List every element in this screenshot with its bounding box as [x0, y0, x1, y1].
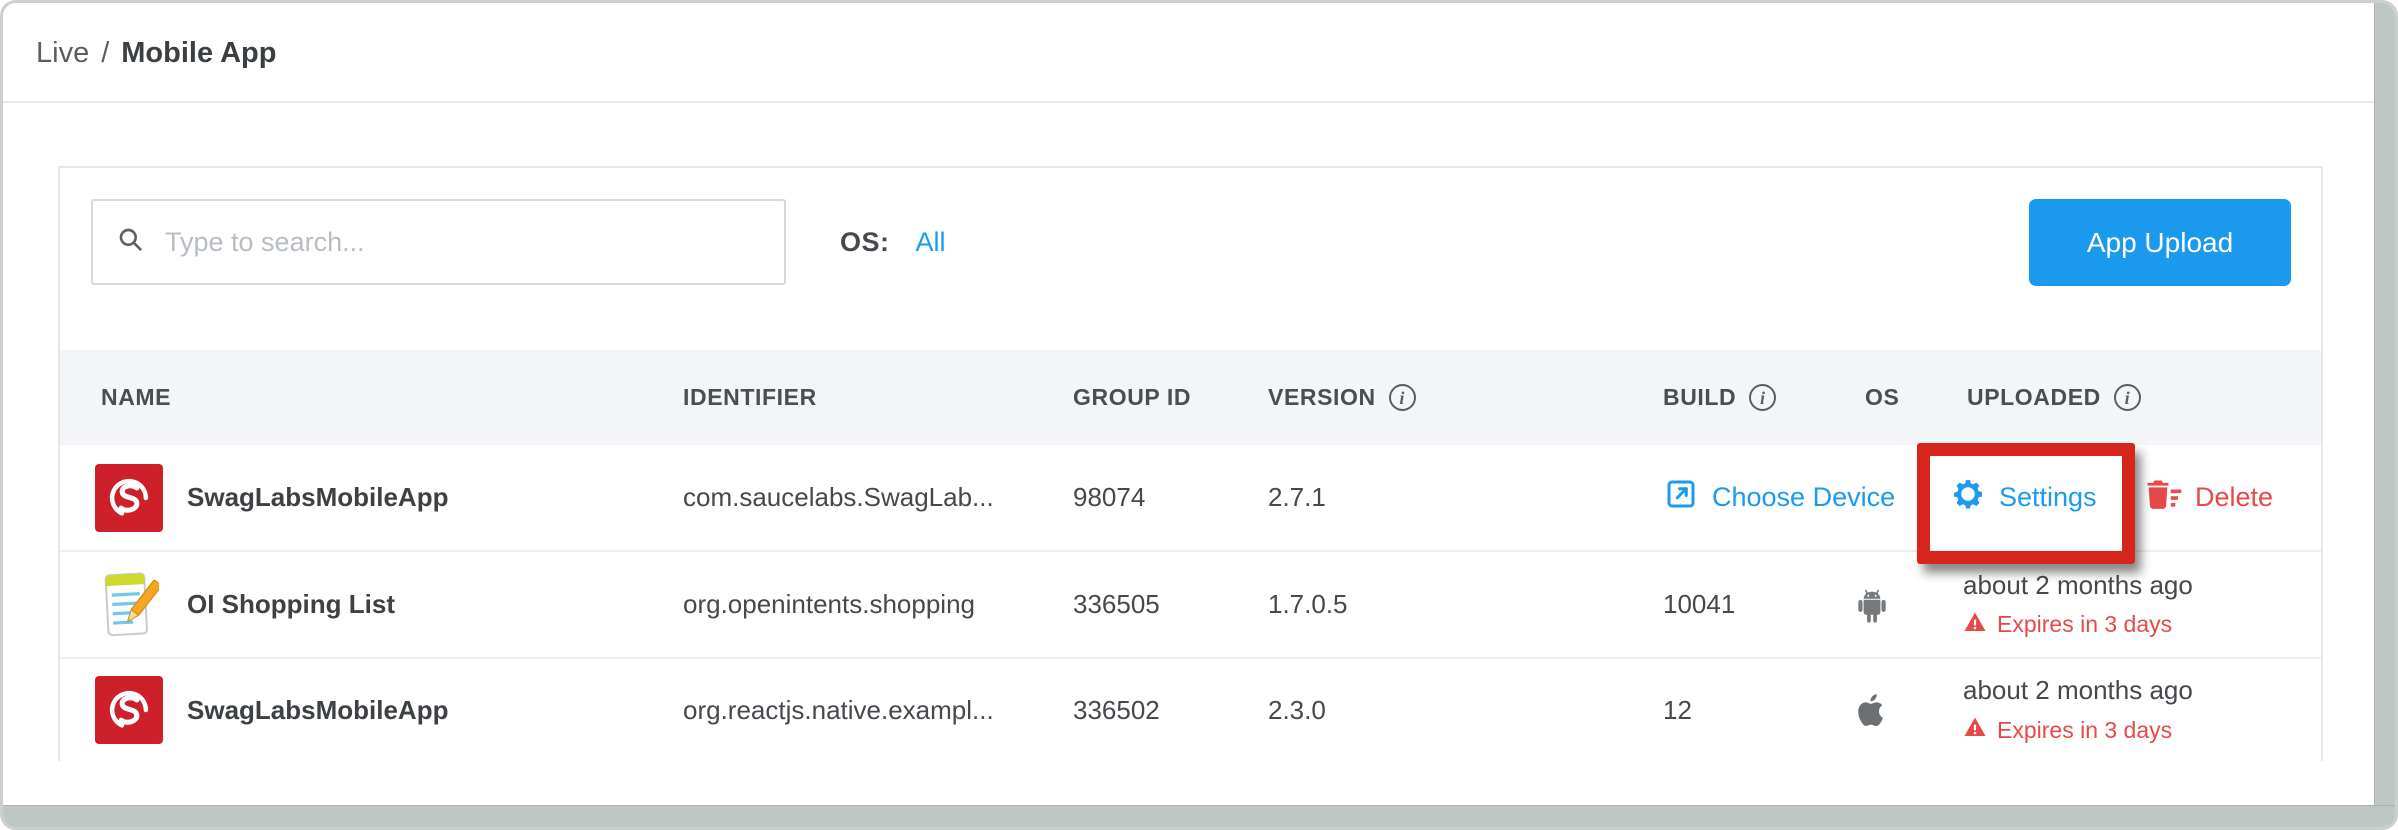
settings-button[interactable]: Settings — [1950, 445, 2097, 550]
app-group-id: 336505 — [1073, 552, 1160, 657]
choose-device-button[interactable]: Choose Device — [1663, 445, 1895, 550]
app-name: OI Shopping List — [187, 552, 395, 657]
column-header-group-id: GROUP ID — [1073, 350, 1191, 445]
search-icon — [115, 224, 147, 261]
app-window: Live / Mobile App OS: All App Upload NAM… — [0, 0, 2398, 830]
search-box[interactable] — [91, 199, 786, 285]
uploaded-time: about 2 months ago — [1963, 570, 2193, 601]
vertical-scrollbar[interactable] — [2374, 3, 2395, 827]
app-version: 1.7.0.5 — [1268, 552, 1348, 657]
warning-triangle-icon — [1963, 715, 1987, 745]
apple-os-icon — [1832, 659, 1912, 761]
apps-panel: OS: All App Upload NAME IDENTIFIER GROUP… — [58, 166, 2323, 761]
breadcrumb-separator: / — [101, 37, 109, 70]
breadcrumb: Live / Mobile App — [36, 3, 276, 103]
column-header-name: NAME — [101, 350, 171, 445]
column-header-identifier: IDENTIFIER — [683, 350, 817, 445]
gear-icon — [1950, 476, 1986, 519]
uploaded-cell: about 2 months ago Expires in 3 days — [1963, 552, 2193, 657]
trash-icon — [2140, 476, 2182, 519]
app-group-id: 98074 — [1073, 445, 1145, 550]
app-icon-shopping-list — [95, 552, 165, 657]
delete-button[interactable]: Delete — [2140, 445, 2273, 550]
page-header: Live / Mobile App — [3, 3, 2374, 103]
search-input[interactable] — [165, 201, 762, 283]
app-identifier: org.reactjs.native.exampl... — [683, 659, 994, 761]
app-group-id: 336502 — [1073, 659, 1160, 761]
app-identifier: com.saucelabs.SwagLab... — [683, 445, 994, 550]
column-header-uploaded: UPLOADED — [1967, 350, 2141, 445]
breadcrumb-current-page: Mobile App — [121, 37, 276, 70]
breadcrumb-section-live[interactable]: Live — [36, 37, 89, 70]
table-row-oi-shopping-list[interactable]: OI Shopping List org.openintents.shoppin… — [60, 552, 2321, 659]
uploaded-info-icon[interactable] — [2114, 384, 2141, 411]
column-header-build: BUILD — [1663, 350, 1776, 445]
app-version: 2.7.1 — [1268, 445, 1326, 550]
os-filter-all-link[interactable]: All — [916, 227, 946, 258]
os-filter-label: OS: — [840, 227, 890, 258]
uploaded-time: about 2 months ago — [1963, 675, 2193, 706]
app-upload-button[interactable]: App Upload — [2029, 199, 2291, 286]
app-build: 10041 — [1663, 552, 1735, 657]
os-filter: OS: All — [840, 199, 946, 285]
app-name: SwagLabsMobileApp — [187, 659, 448, 761]
app-identifier: org.openintents.shopping — [683, 552, 975, 657]
expires-warning: Expires in 3 days — [1963, 610, 2172, 640]
table-header-row: NAME IDENTIFIER GROUP ID VERSION BUILD O… — [60, 350, 2321, 445]
warning-triangle-icon — [1963, 610, 1987, 640]
app-version: 2.3.0 — [1268, 659, 1326, 761]
table-row-swaglabs-1[interactable]: SwagLabsMobileApp com.saucelabs.SwagLab.… — [60, 445, 2321, 552]
table-row-swaglabs-2[interactable]: SwagLabsMobileApp org.reactjs.native.exa… — [60, 659, 2321, 761]
horizontal-scrollbar[interactable] — [3, 805, 2395, 827]
app-icon-swaglabs — [95, 659, 165, 761]
column-header-version: VERSION — [1268, 350, 1416, 445]
expires-warning: Expires in 3 days — [1963, 715, 2172, 745]
uploaded-cell: about 2 months ago Expires in 3 days — [1963, 659, 2193, 761]
android-os-icon — [1832, 552, 1912, 657]
app-build: 12 — [1663, 659, 1692, 761]
app-icon-swaglabs — [95, 445, 165, 550]
version-info-icon[interactable] — [1389, 384, 1416, 411]
build-info-icon[interactable] — [1749, 384, 1776, 411]
app-name: SwagLabsMobileApp — [187, 445, 448, 550]
column-header-os: OS — [1865, 350, 1899, 445]
open-in-new-icon — [1663, 476, 1699, 519]
